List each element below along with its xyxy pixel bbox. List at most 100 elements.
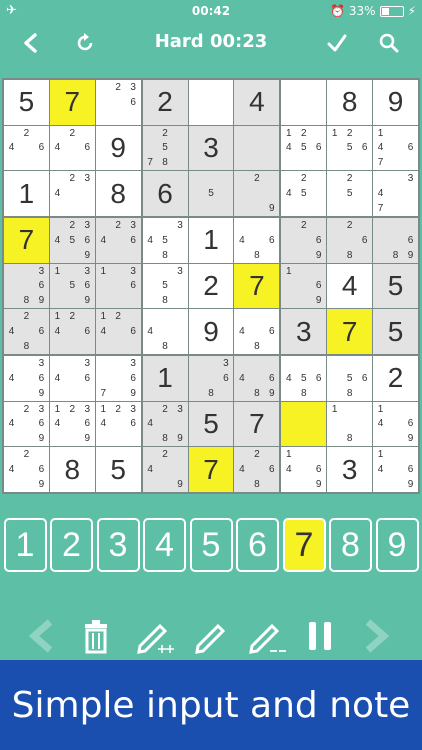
number-button-8[interactable]: 8 [329,518,372,572]
sudoku-cell[interactable]: 2 [142,80,188,125]
check-button[interactable] [324,30,350,56]
sudoku-cell[interactable]: 4568 [281,356,327,401]
sudoku-cell[interactable]: 3 4 7 [373,171,418,216]
number-button-5[interactable]: 5 [189,518,233,572]
sudoku-cell[interactable]: 6 [142,171,188,216]
sudoku-cell[interactable]: 5 [188,171,234,216]
sudoku-cell[interactable]: 689 [373,218,418,263]
sudoku-cell[interactable]: 9 [188,309,234,354]
sudoku-cell[interactable]: 124 6 [95,309,141,354]
sudoku-cell[interactable]: 24 68 [4,309,49,354]
sudoku-cell[interactable]: 7 [234,401,280,447]
sudoku-cell[interactable]: 1 [142,356,188,401]
sudoku-cell[interactable]: 24 68 [234,447,280,492]
sudoku-cell[interactable]: 7 [327,309,373,354]
number-button-9[interactable]: 9 [375,518,419,572]
sudoku-cell[interactable]: 2 578 [142,125,188,171]
sudoku-cell[interactable] [188,80,234,125]
sudoku-cell[interactable]: 24 6 [49,125,95,171]
sudoku-cell[interactable]: 26 9 [281,218,327,263]
sudoku-cell[interactable]: 3 68 [188,356,234,401]
sudoku-cell[interactable]: 1 [4,171,49,216]
sudoku-cell[interactable]: 25 [327,171,373,216]
sudoku-cell[interactable]: 1 4 6 9 [373,447,418,492]
sudoku-cell[interactable] [281,80,327,125]
sudoku-cell[interactable]: 5 [95,447,141,492]
sudoku-cell[interactable]: 23 489 [142,401,188,447]
sudoku-cell[interactable]: 4 [327,263,373,309]
sudoku-cell[interactable]: 8 [49,447,95,492]
sudoku-cell[interactable]: 3 4 6 [49,356,95,401]
cell-note: 9 [38,387,45,399]
sudoku-cell[interactable]: 245 [281,171,327,216]
sudoku-cell[interactable]: 1 [188,218,234,263]
sudoku-cell[interactable]: 4 689 [234,356,280,401]
number-button-4[interactable]: 4 [143,518,186,572]
sudoku-cell[interactable]: 3 [188,125,234,171]
sudoku-cell[interactable]: 29 [234,171,280,216]
sudoku-cell[interactable]: 23 4 6 [95,218,141,263]
sudoku-cell[interactable]: 3 6 9 7 [95,356,141,401]
sudoku-cell[interactable]: 124 6 [49,309,95,354]
sudoku-cell[interactable]: 7 [4,218,49,263]
remove-notes-button[interactable] [246,614,286,658]
sudoku-cell[interactable]: 7 [49,80,95,125]
sudoku-cell[interactable]: 48 [142,309,188,354]
sudoku-cell[interactable]: 7 [234,263,280,309]
sudoku-cell[interactable]: 24 6 [4,125,49,171]
sudoku-cell[interactable]: 3 689 [4,263,49,309]
sudoku-cell[interactable]: 23 4 6 9 [4,401,49,447]
add-notes-button[interactable] [134,614,174,658]
number-button-7[interactable]: 7 [282,518,326,572]
sudoku-cell[interactable]: 4 68 [234,309,280,354]
sudoku-cell[interactable]: 1 4 6 9 [373,401,418,447]
sudoku-cell[interactable]: 24 9 [142,447,188,492]
sudoku-cell[interactable]: 268 [327,218,373,263]
sudoku-cell[interactable]: 3 4 6 9 [4,356,49,401]
number-button-1[interactable]: 1 [3,518,47,572]
sudoku-cell[interactable]: 568 [327,356,373,401]
sudoku-cell[interactable]: 4 [234,80,280,125]
sudoku-cell[interactable]: 12 56 [327,125,373,171]
undo-button[interactable] [22,614,62,658]
redo-button[interactable] [356,614,396,658]
delete-button[interactable] [76,614,116,658]
sudoku-cell[interactable]: 3 [327,447,373,492]
sudoku-cell[interactable]: 2 [188,263,234,309]
sudoku-cell[interactable]: 1 3 6 [95,263,141,309]
sudoku-cell[interactable]: 4 68 [234,218,280,263]
sudoku-cell[interactable] [234,125,280,171]
sudoku-cell[interactable]: 5 [373,309,418,354]
sudoku-cell[interactable]: 9 [95,125,141,171]
sudoku-cell[interactable]: 7 [188,447,234,492]
sudoku-cell[interactable]: 35 8 [142,263,188,309]
sudoku-cell[interactable]: 8 [327,80,373,125]
sudoku-cell[interactable]: 23 4 [49,171,95,216]
pause-button[interactable] [300,614,340,658]
sudoku-cell[interactable]: 9 [373,80,418,125]
sudoku-cell[interactable]: 1 356 9 [49,263,95,309]
sudoku-cell[interactable]: 2 [373,356,418,401]
sudoku-cell[interactable]: 12456 [281,125,327,171]
sudoku-cell[interactable]: 1 4 6 9 [281,447,327,492]
sudoku-cell[interactable]: 5 [4,80,49,125]
pencil-button[interactable] [190,614,230,658]
number-button-6[interactable]: 6 [236,518,279,572]
number-button-2[interactable]: 2 [50,518,93,572]
sudoku-cell[interactable]: 24 6 9 [4,447,49,492]
sudoku-cell[interactable]: 123 4 6 9 [49,401,95,447]
sudoku-cell[interactable]: 5 [188,401,234,447]
sudoku-cell[interactable]: 1 4 6 7 [373,125,418,171]
search-button[interactable] [376,30,402,56]
sudoku-cell[interactable]: 23 456 9 [49,218,95,263]
sudoku-cell[interactable]: 3 45 8 [142,218,188,263]
sudoku-cell[interactable]: 8 [95,171,141,216]
sudoku-cell[interactable]: 5 [373,263,418,309]
number-button-3[interactable]: 3 [96,518,140,572]
sudoku-cell[interactable]: 123 4 6 [95,401,141,447]
sudoku-cell[interactable]: 23 6 [95,80,141,125]
sudoku-cell[interactable]: 1 6 9 [281,263,327,309]
sudoku-cell[interactable]: 3 [281,309,327,354]
sudoku-cell[interactable] [281,401,327,447]
sudoku-cell[interactable]: 18 [327,401,373,447]
